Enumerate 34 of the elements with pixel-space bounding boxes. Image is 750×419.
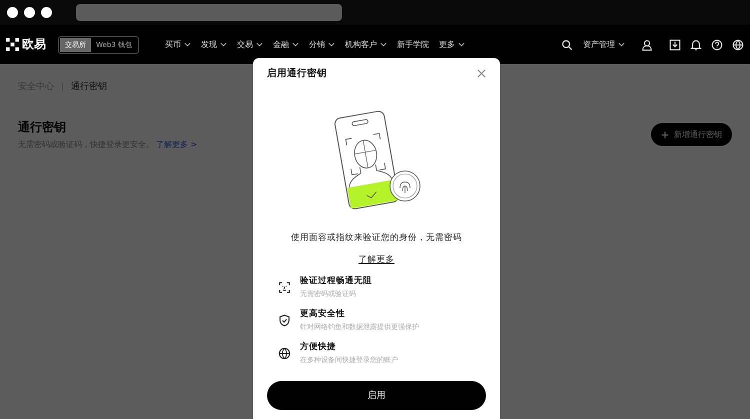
window-dot[interactable] xyxy=(7,7,18,18)
plus-icon xyxy=(661,130,669,138)
feature-title: 更高安全性 xyxy=(300,308,346,320)
bell-icon[interactable] xyxy=(690,38,702,50)
close-icon[interactable] xyxy=(477,68,486,78)
nav-item[interactable]: 资产管理 xyxy=(583,39,615,50)
shield-check-icon xyxy=(278,314,291,326)
logo-icon[interactable] xyxy=(6,38,19,51)
logo-text[interactable]: 欧易 xyxy=(22,36,46,53)
nav-item[interactable]: 分销 xyxy=(308,39,325,50)
feature-title: 方便快捷 xyxy=(300,341,337,353)
globe-icon[interactable] xyxy=(732,38,744,50)
nav-item[interactable]: 发现 xyxy=(200,39,217,50)
dialog-intro: 使用面容或指纹来验证您的身份，无需密码 xyxy=(290,232,463,244)
nav-item[interactable]: 新手学院 xyxy=(396,39,429,50)
feature-title: 验证过程畅通无阻 xyxy=(300,275,372,287)
user-icon[interactable] xyxy=(641,38,653,50)
enable-button[interactable]: 启用 xyxy=(267,381,486,410)
page-title: 通行密钥 xyxy=(18,119,67,136)
window-dot[interactable] xyxy=(41,7,52,18)
nav-item[interactable]: 机构客户 xyxy=(344,39,377,50)
chevron-icon xyxy=(618,42,625,47)
nav-item[interactable]: 交易 xyxy=(236,39,253,50)
search-icon[interactable] xyxy=(561,38,573,50)
nav-item[interactable]: 更多 xyxy=(438,39,455,50)
nav-item[interactable]: 买币 xyxy=(164,39,181,50)
help-icon[interactable] xyxy=(711,38,723,50)
window-dot[interactable] xyxy=(24,7,35,18)
dialog-title: 启用通行密钥 xyxy=(267,66,327,80)
globe-icon xyxy=(278,346,291,360)
face-scan-icon xyxy=(278,280,291,294)
learn-more-link[interactable]: 了解更多 xyxy=(358,255,394,265)
nav-item[interactable]: 金融 xyxy=(272,39,289,50)
download-icon[interactable] xyxy=(669,38,681,50)
